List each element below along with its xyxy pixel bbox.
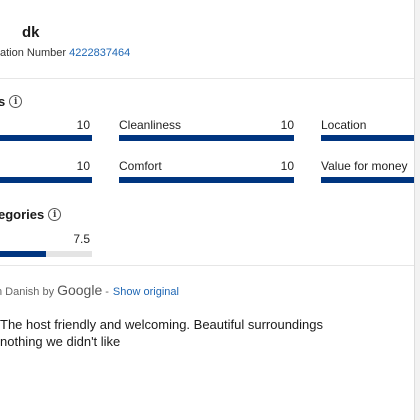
score-bar-fill — [321, 135, 414, 141]
score-bar-fill — [0, 135, 92, 141]
score-bar-fill — [0, 177, 92, 183]
score-bar — [321, 177, 414, 183]
score-label: Comfort — [119, 159, 162, 173]
subcategory-value: 7.5 — [73, 232, 90, 246]
divider — [0, 78, 414, 79]
info-icon[interactable]: i — [48, 208, 62, 221]
score-value: 10 — [280, 118, 294, 132]
scores-title: s i — [0, 94, 23, 109]
score-bar-fill — [321, 177, 414, 183]
registration-number-link[interactable]: 4222837464 — [69, 47, 130, 59]
google-logo: Google — [57, 282, 103, 298]
score-bar — [119, 177, 294, 183]
translation-prefix: n Danish by — [0, 286, 55, 298]
scores-title-text: s — [0, 94, 6, 109]
review-card: dk ation Number 4222837464 s i 10 Cleanl… — [0, 0, 415, 420]
subcategory-bar — [0, 251, 92, 257]
score-bar-fill — [119, 177, 294, 183]
score-label: Value for money — [321, 159, 408, 173]
divider — [0, 265, 414, 266]
score-bar — [0, 177, 92, 183]
translation-separator: - — [105, 286, 109, 298]
registration-label: ation Number — [0, 47, 67, 59]
host-name: dk — [22, 24, 40, 41]
info-icon[interactable]: i — [9, 95, 23, 108]
score-bar — [0, 135, 92, 141]
subcategory-bar-fill — [0, 251, 46, 257]
score-value: 10 — [76, 159, 90, 173]
registration-info: ation Number 4222837464 — [0, 47, 130, 59]
subcategories-title: egories i — [0, 207, 62, 222]
score-bar-fill — [119, 135, 294, 141]
show-original-link[interactable]: Show original — [113, 286, 179, 298]
score-label: Cleanliness — [119, 118, 182, 132]
subcategories-title-text: egories — [0, 207, 45, 222]
score-value: 10 — [280, 159, 294, 173]
score-bar — [119, 135, 294, 141]
score-bar — [321, 135, 414, 141]
translation-note: n Danish by Google - Show original — [0, 282, 179, 298]
score-label: Location — [321, 118, 367, 132]
score-value: 10 — [76, 118, 90, 132]
review-positive: The host friendly and welcoming. Beautif… — [0, 317, 324, 332]
review-negative: nothing we didn't like — [0, 334, 121, 349]
